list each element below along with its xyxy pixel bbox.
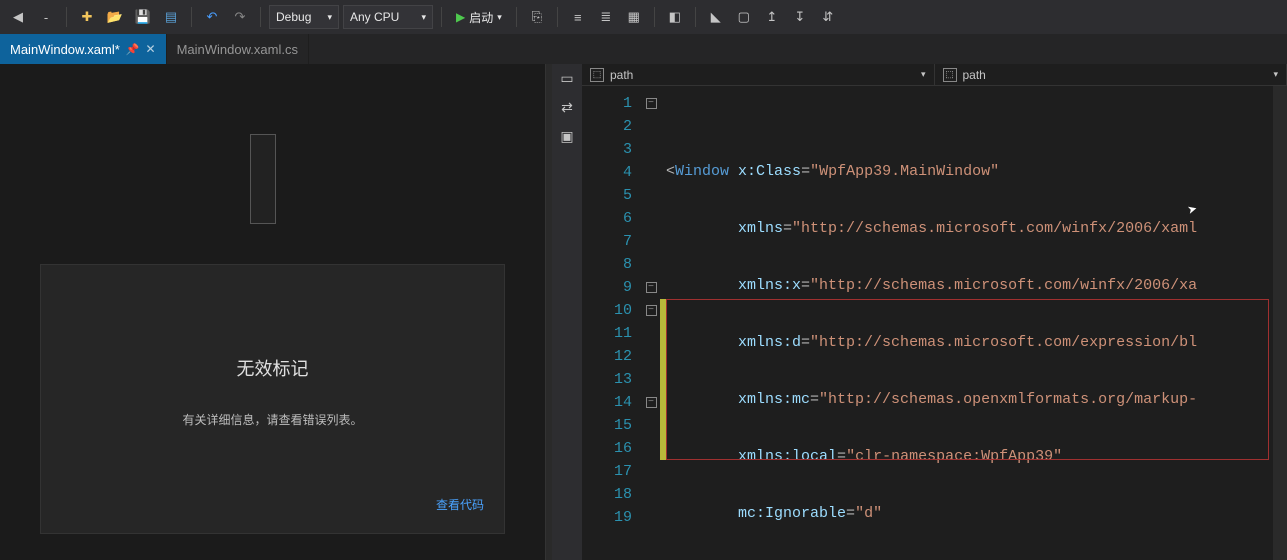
fold-gutter: − − − − <box>642 86 660 560</box>
tool-icon[interactable]: ↥ <box>760 5 784 29</box>
fold-toggle[interactable]: − <box>646 282 657 293</box>
tool-icon[interactable]: ⎘ <box>525 5 549 29</box>
breadcrumb-left[interactable]: ⬚ path ▾ <box>582 64 935 85</box>
breadcrumb-text: path <box>610 68 633 82</box>
toolbar: ◀ - ✚ 📂 💾 ▤ ↶ ↷ Debug ▾ Any CPU ▾ ▶ 启动 ▾… <box>0 0 1287 34</box>
fold-toggle[interactable]: − <box>646 397 657 408</box>
undo-icon[interactable]: ↶ <box>200 5 224 29</box>
tool-icon[interactable]: ≡ <box>566 5 590 29</box>
expand-icon[interactable]: ▣ <box>560 128 573 145</box>
designer-pane: 无效标记 有关详细信息，请查看错误列表。 查看代码 <box>0 64 546 560</box>
fold-toggle[interactable]: − <box>646 305 657 316</box>
redo-icon[interactable]: ↷ <box>228 5 252 29</box>
tool-icon[interactable]: ▦ <box>622 5 646 29</box>
thumbnail-outline <box>250 134 276 224</box>
platform-dropdown[interactable]: Any CPU ▾ <box>343 5 433 29</box>
line-number-gutter: 1 2 3 4 5 6 7 8 9 10 11 12 13 14 15 16 1… <box>582 86 642 560</box>
code-pane: ⬚ path ▾ ⬚ path ▾ ➤ 1 2 3 4 5 6 7 8 9 <box>582 64 1287 560</box>
designer-error-subtitle: 有关详细信息，请查看错误列表。 <box>182 411 362 428</box>
code-content[interactable]: <Window x:Class="WpfApp39.MainWindow" xm… <box>666 86 1273 560</box>
tab-mainwindow-xaml[interactable]: MainWindow.xaml* 📌 ✕ <box>0 34 167 64</box>
element-icon: ⬚ <box>590 68 604 82</box>
breadcrumb-right[interactable]: ⬚ path ▾ <box>935 64 1287 85</box>
chevron-down-icon: ▾ <box>327 12 332 23</box>
nav-forward-button[interactable]: - <box>34 5 58 29</box>
chevron-down-icon: ▾ <box>1273 69 1278 80</box>
run-button[interactable]: ▶ 启动 ▾ <box>450 5 508 29</box>
open-icon[interactable]: 📂 <box>103 5 127 29</box>
close-icon[interactable]: ✕ <box>146 42 156 56</box>
vertical-scrollbar[interactable] <box>1273 86 1287 560</box>
view-code-link[interactable]: 查看代码 <box>436 496 484 513</box>
chevron-down-icon: ▾ <box>921 69 926 80</box>
chevron-down-icon: ▾ <box>421 12 426 23</box>
split-icon[interactable]: ▭ <box>560 70 573 87</box>
breadcrumb-text: path <box>963 68 986 82</box>
tab-label: MainWindow.xaml* <box>10 42 120 57</box>
tool-icon[interactable]: ≣ <box>594 5 618 29</box>
separator <box>654 7 655 27</box>
separator <box>260 7 261 27</box>
separator <box>66 7 67 27</box>
element-icon: ⬚ <box>943 68 957 82</box>
chevron-down-icon: ▾ <box>497 12 502 23</box>
designer-error-box: 无效标记 有关详细信息，请查看错误列表。 查看代码 <box>40 264 505 534</box>
designer-error-title: 无效标记 <box>237 355 309 381</box>
nav-back-button[interactable]: ◀ <box>6 5 30 29</box>
separator <box>557 7 558 27</box>
tab-label: MainWindow.xaml.cs <box>177 42 298 57</box>
split-gutter: ▭ ⇄ ▣ <box>552 64 582 560</box>
tool-icon[interactable]: ▢ <box>732 5 756 29</box>
tab-mainwindow-xaml-cs[interactable]: MainWindow.xaml.cs <box>167 34 309 64</box>
pin-icon[interactable]: 📌 <box>126 43 140 56</box>
swap-icon[interactable]: ⇄ <box>561 99 573 116</box>
separator <box>441 7 442 27</box>
play-icon: ▶ <box>456 10 465 24</box>
separator <box>695 7 696 27</box>
editor-body[interactable]: ➤ 1 2 3 4 5 6 7 8 9 10 11 12 13 14 15 16… <box>582 86 1287 560</box>
save-all-icon[interactable]: ▤ <box>159 5 183 29</box>
tool-icon[interactable]: ↧ <box>788 5 812 29</box>
error-highlight-box <box>666 299 1269 460</box>
run-label: 启动 <box>469 9 493 26</box>
breadcrumb-bar: ⬚ path ▾ ⬚ path ▾ <box>582 64 1287 86</box>
new-item-icon[interactable]: ✚ <box>75 5 99 29</box>
tool-icon[interactable]: ◧ <box>663 5 687 29</box>
bookmark-icon[interactable]: ◣ <box>704 5 728 29</box>
config-dropdown[interactable]: Debug ▾ <box>269 5 339 29</box>
save-icon[interactable]: 💾 <box>131 5 155 29</box>
config-label: Debug <box>276 10 311 24</box>
tool-icon[interactable]: ⇵ <box>816 5 840 29</box>
main-area: 无效标记 有关详细信息，请查看错误列表。 查看代码 ▭ ⇄ ▣ ⬚ path ▾… <box>0 64 1287 560</box>
tabstrip: MainWindow.xaml* 📌 ✕ MainWindow.xaml.cs <box>0 34 1287 64</box>
platform-label: Any CPU <box>350 10 399 24</box>
separator <box>516 7 517 27</box>
separator <box>191 7 192 27</box>
fold-toggle[interactable]: − <box>646 98 657 109</box>
